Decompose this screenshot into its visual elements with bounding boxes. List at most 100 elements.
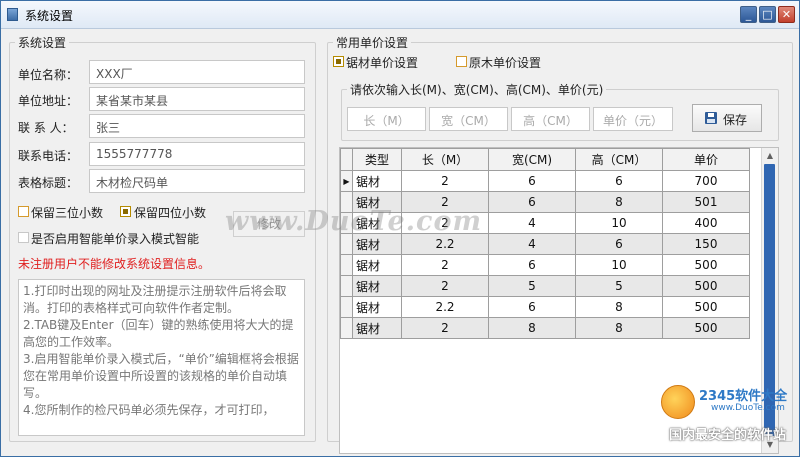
table-cell[interactable]: 500	[662, 254, 750, 276]
window-title: 系统设置	[25, 9, 74, 23]
table-cell[interactable]: 6	[488, 296, 576, 318]
site-logo-url: www.DuoTe.com	[711, 403, 785, 413]
system-settings-group-title: 系统设置	[15, 34, 70, 51]
table-cell[interactable]: 锯材	[352, 317, 402, 339]
table-cell[interactable]: 4	[488, 233, 576, 255]
table-cell[interactable]: 400	[662, 212, 750, 234]
table-row[interactable]: ▶ 锯材 2 6 6 700	[340, 170, 750, 192]
keep-three-decimals-checkbox[interactable]	[18, 206, 29, 217]
table-cell[interactable]: 5	[488, 275, 576, 297]
keep-four-decimals-checkbox[interactable]	[120, 206, 131, 217]
site-logo-text: 2345软件大全	[699, 389, 788, 404]
table-cell[interactable]: 8	[575, 317, 663, 339]
table-cell[interactable]: 4	[488, 212, 576, 234]
table-cell[interactable]: 6	[488, 254, 576, 276]
table-cell[interactable]: 2	[401, 317, 489, 339]
scroll-up-arrow-icon[interactable]: ▲	[762, 148, 778, 164]
maximize-button[interactable]: □	[759, 6, 776, 23]
table-cell[interactable]: 锯材	[352, 275, 402, 297]
table-cell[interactable]: 500	[662, 296, 750, 318]
col-header-width[interactable]: 宽(CM)	[488, 148, 576, 171]
site-slogan: 国内最安全的软件站	[669, 428, 787, 443]
sawn-timber-price-label: 锯材单价设置	[346, 56, 419, 70]
table-cell[interactable]: 10	[575, 212, 663, 234]
unit-address-label: 单位地址：	[18, 94, 79, 108]
contact-person-field[interactable]: 张三	[89, 114, 305, 138]
title-bar: 系统设置 _ □ ✕	[1, 1, 799, 29]
price-table-grid: 类型 长（M） 宽(CM) 高（CM） 单价 ▶ 锯材 2 6 6 700 锯材…	[340, 148, 750, 339]
table-cell[interactable]: 500	[662, 275, 750, 297]
unit-name-field[interactable]: XXX厂	[89, 60, 305, 84]
help-note-4: 4.您所制作的检尺码单必须先保存，才可打印，	[23, 403, 275, 417]
app-icon	[7, 8, 18, 21]
table-cell[interactable]: 2	[401, 170, 489, 192]
table-cell[interactable]: 6	[575, 233, 663, 255]
contact-person-label: 联 系 人：	[18, 121, 74, 135]
table-cell[interactable]: 700	[662, 170, 750, 192]
current-row-marker: ▶	[340, 170, 353, 192]
log-price-label: 原木单价设置	[469, 56, 542, 70]
sawn-timber-price-checkbox[interactable]	[333, 56, 344, 67]
smart-price-mode-checkbox[interactable]	[18, 232, 29, 243]
table-header-row: 类型 长（M） 宽(CM) 高（CM） 单价	[340, 148, 750, 171]
table-cell[interactable]: 锯材	[352, 254, 402, 276]
table-cell[interactable]: 2	[401, 254, 489, 276]
table-cell[interactable]: 6	[488, 170, 576, 192]
col-header-price[interactable]: 单价	[662, 148, 750, 171]
unit-price-input[interactable]: 单价（元）	[593, 107, 673, 131]
table-row[interactable]: 锯材 2 8 8 500	[340, 317, 750, 339]
col-header-length[interactable]: 长（M）	[401, 148, 489, 171]
log-price-checkbox[interactable]	[456, 56, 467, 67]
table-row[interactable]: 锯材 2 6 10 500	[340, 254, 750, 276]
help-note-3: 3.启用智能单价录入模式后，“单价”编辑框将会根据您在常用单价设置中所设置的该规…	[23, 352, 299, 400]
keep-four-decimals-label: 保留四位小数	[134, 206, 207, 220]
close-button[interactable]: ✕	[778, 6, 795, 23]
table-cell[interactable]: 500	[662, 317, 750, 339]
keep-three-decimals-label: 保留三位小数	[31, 206, 104, 220]
table-title-label: 表格标题：	[18, 176, 79, 190]
table-cell[interactable]: 8	[575, 191, 663, 213]
table-cell[interactable]: 锯材	[352, 296, 402, 318]
table-cell[interactable]: 150	[662, 233, 750, 255]
settings-window: 系统设置 _ □ ✕ 系统设置 单位名称： XXX厂 单位地址： 某省某市某县 …	[0, 0, 800, 457]
table-cell[interactable]: 5	[575, 275, 663, 297]
row-header	[340, 254, 353, 276]
common-price-group-title: 常用单价设置	[333, 34, 412, 51]
save-button[interactable]: 保存	[692, 104, 762, 132]
height-input[interactable]: 高（CM）	[511, 107, 590, 131]
unregistered-warning: 未注册用户不能修改系统设置信息。	[18, 257, 211, 271]
mascot-badge-icon	[661, 385, 695, 419]
table-cell[interactable]: 6	[488, 191, 576, 213]
table-cell[interactable]: 2.2	[401, 296, 489, 318]
table-cell[interactable]: 8	[575, 296, 663, 318]
unit-address-field[interactable]: 某省某市某县	[89, 87, 305, 111]
table-title-field[interactable]: 木材检尺码单	[89, 169, 305, 193]
table-cell[interactable]: 2	[401, 275, 489, 297]
help-note-2: 2.TAB键及Enter（回车）键的熟练使用将大大的提高您的工作效率。	[23, 318, 294, 349]
row-header	[340, 296, 353, 318]
save-button-label: 保存	[723, 113, 748, 127]
floppy-disk-icon	[705, 112, 717, 124]
contact-phone-field[interactable]: 1555777778	[89, 142, 305, 166]
site-logo: 2345软件大全 www.DuoTe.com 国内最安全的软件站	[655, 383, 800, 458]
table-row[interactable]: 锯材 2 5 5 500	[340, 275, 750, 297]
table-cell[interactable]: 501	[662, 191, 750, 213]
help-notes: 1.打印时出现的网址及注册提示注册软件后将会取消。打印的表格样式可向软件作者定制…	[18, 279, 305, 436]
table-cell[interactable]: 10	[575, 254, 663, 276]
price-input-group-title: 请依次输入长(M)、宽(CM)、高(CM)、单价(元)	[347, 81, 607, 98]
row-header-corner	[340, 148, 353, 171]
table-cell[interactable]: 8	[488, 317, 576, 339]
table-cell[interactable]: 锯材	[352, 170, 402, 192]
col-header-type[interactable]: 类型	[352, 148, 402, 171]
minimize-button[interactable]: _	[740, 6, 757, 23]
table-row[interactable]: 锯材 2.2 6 8 500	[340, 296, 750, 318]
row-header	[340, 275, 353, 297]
col-header-height[interactable]: 高（CM）	[575, 148, 663, 171]
unit-name-label: 单位名称：	[18, 68, 79, 82]
smart-price-mode-label: 是否启用智能单价录入模式智能	[31, 232, 200, 246]
length-input[interactable]: 长（M）	[347, 107, 426, 131]
site-watermark: www.DuoTe.com	[225, 206, 483, 237]
table-cell[interactable]: 6	[575, 170, 663, 192]
width-input[interactable]: 宽（CM）	[429, 107, 508, 131]
row-header	[340, 317, 353, 339]
